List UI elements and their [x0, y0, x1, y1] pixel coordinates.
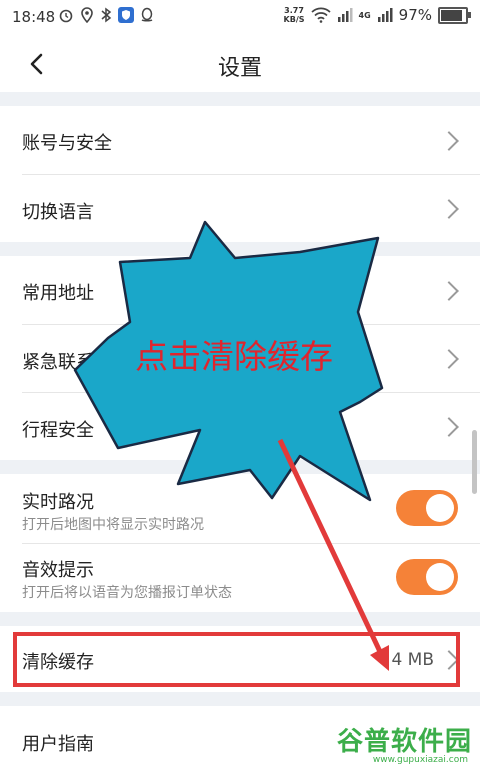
watermark-url: www.gupuxiazai.com: [372, 755, 468, 765]
watermark: 谷普软件园 www.gupuxiazai.com: [336, 721, 472, 765]
annotation-text: 点击清除缓存: [135, 337, 333, 376]
annotation-highlight-box: [13, 632, 460, 687]
watermark-text: 谷普软件园: [336, 727, 472, 757]
